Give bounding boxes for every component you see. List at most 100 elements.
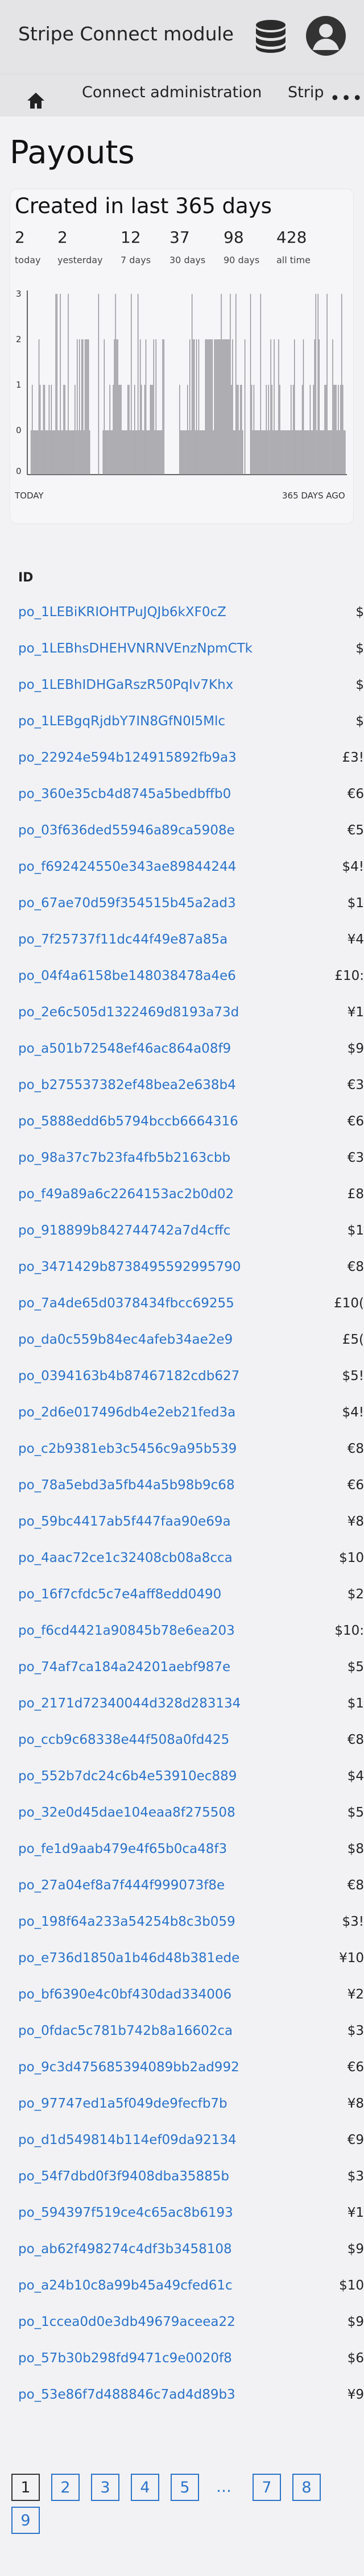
- table-row: po_16f7cfdc5c7e4aff8edd0490 $2: [18, 1578, 364, 1614]
- stat-all-time: 428 all time: [276, 228, 311, 265]
- chart-bar: [186, 430, 187, 475]
- user-avatar-icon[interactable]: [306, 16, 346, 56]
- payout-id-link[interactable]: po_1LEBhsDHEHVNRNVEnzNpmCTk: [18, 641, 253, 656]
- payout-id-link[interactable]: po_a501b72548ef46ac864a08f9: [18, 1041, 231, 1056]
- chart-bar: [313, 385, 314, 475]
- payout-amount: ¥8: [347, 2096, 364, 2111]
- payout-amount: $5: [347, 1805, 364, 1820]
- payout-id-link[interactable]: po_59bc4417ab5f447faa90e69a: [18, 1514, 231, 1529]
- payout-id-link[interactable]: po_27a04ef8a7f444f999073f8e: [18, 1878, 225, 1893]
- payout-id-link[interactable]: po_2171d72340044d328d283134: [18, 1696, 241, 1711]
- nav-connect-administration[interactable]: Connect administration: [82, 84, 262, 101]
- payout-id-link[interactable]: po_2d6e017496db4e2eb21fed3a: [18, 1405, 235, 1420]
- payout-id-link[interactable]: po_b275537382ef48bea2e638b4: [18, 1078, 236, 1092]
- payout-id-link[interactable]: po_a24b10c8a99b45a49cfed61c: [18, 2278, 233, 2293]
- payout-id-link[interactable]: po_da0c559b84ec4afeb34ae2e9: [18, 1332, 233, 1347]
- payout-id-link[interactable]: po_32e0d45dae104eaa8f275508: [18, 1805, 235, 1820]
- page-button-5[interactable]: 5: [171, 2474, 199, 2501]
- payout-id-link[interactable]: po_74af7ca184a24201aebf987e: [18, 1660, 230, 1675]
- payout-id-link[interactable]: po_552b7dc24c6b4e53910ec889: [18, 1769, 237, 1784]
- chart-bar: [296, 430, 297, 475]
- payout-id-link[interactable]: po_f49a89a6c2264153ac2b0d02: [18, 1187, 234, 1202]
- page-button-8[interactable]: 8: [292, 2474, 321, 2501]
- payout-id-link[interactable]: po_03f636ded55946a89ca5908e: [18, 823, 235, 838]
- payout-id-link[interactable]: po_16f7cfdc5c7e4aff8edd0490: [18, 1587, 221, 1602]
- chart-bar: [118, 385, 119, 475]
- page-button-7[interactable]: 7: [253, 2474, 281, 2501]
- payout-id-link[interactable]: po_4aac72ce1c32408cb08a8cca: [18, 1551, 233, 1565]
- payout-id-link[interactable]: po_fe1d9aab479e4f65b0ca48f3: [18, 1842, 227, 1856]
- page-button-2[interactable]: 2: [51, 2474, 80, 2501]
- table-row: po_67ae70d59f354515b45a2ad3 $1: [18, 887, 364, 923]
- y-tick-label: 3: [16, 289, 22, 299]
- page-button-1[interactable]: 1: [11, 2474, 40, 2501]
- more-icon[interactable]: •••: [330, 90, 363, 107]
- payout-id-link[interactable]: po_594397f519ce4c65ac8b6193: [18, 2205, 233, 2220]
- payout-amount: €6: [347, 1114, 364, 1129]
- payout-id-link[interactable]: po_f6cd4421a90845b78e6ea203: [18, 1623, 235, 1638]
- table-row: po_1LEBiKRIOHTPuJQJb6kXF0cZ $: [18, 596, 364, 632]
- table-row: po_198f64a233a54254b8c3b059 $3!: [18, 1905, 364, 1942]
- table-row: po_0fdac5c781b742b8a16602ca $3: [18, 2014, 364, 2051]
- payout-id-link[interactable]: po_54f7dbd0f3f9408dba35885b: [18, 2169, 229, 2184]
- payout-id-link[interactable]: po_98a37c7b23fa4fb5b2163cbb: [18, 1150, 230, 1165]
- payout-id-link[interactable]: po_2e6c505d1322469d8193a73d: [18, 1005, 239, 1020]
- stat-yesterday: 2 yesterday: [57, 228, 103, 265]
- table-row: po_da0c559b84ec4afeb34ae2e9 £5(: [18, 1323, 364, 1360]
- payout-id-link[interactable]: po_918899b842744742a7d4cffc: [18, 1223, 230, 1238]
- payout-amount: ¥1: [347, 1005, 364, 1020]
- payout-id-link[interactable]: po_0394163b4b87467182cdb627: [18, 1369, 239, 1383]
- payout-id-link[interactable]: po_7f25737f11dc44f49e87a85a: [18, 932, 228, 947]
- payout-amount: €6: [347, 2060, 364, 2075]
- chart-bar: [234, 430, 235, 475]
- payout-id-link[interactable]: po_5888edd6b5794bccb6664316: [18, 1114, 238, 1129]
- payout-id-link[interactable]: po_9c3d475685394089bb2ad992: [18, 2060, 239, 2075]
- payout-id-link[interactable]: po_360e35cb4d8745a5bedbffb0: [18, 787, 231, 801]
- table-row: po_360e35cb4d8745a5bedbffb0 €6: [18, 778, 364, 814]
- page-button-3[interactable]: 3: [91, 2474, 119, 2501]
- chart-bar: [187, 385, 188, 475]
- payout-id-link[interactable]: po_57b30b298fd9471c9e0020f8: [18, 2351, 232, 2366]
- payout-id-link[interactable]: po_7a4de65d0378434fbcc69255: [18, 1296, 234, 1311]
- payout-id-link[interactable]: po_ccb9c68338e44f508a0fd425: [18, 1732, 229, 1747]
- payout-id-link[interactable]: po_1LEBiKRIOHTPuJQJb6kXF0cZ: [18, 605, 226, 620]
- payout-id-link[interactable]: po_1LEBgqRjdbY7IN8GfN0I5Mlc: [18, 714, 225, 729]
- chart-bar: [218, 339, 220, 475]
- chart-bar: [277, 430, 278, 475]
- payout-id-link[interactable]: po_04f4a6158be148038478a4e6: [18, 969, 236, 983]
- payout-id-link[interactable]: po_3471429b8738495592995790: [18, 1260, 241, 1274]
- payout-amount: $6: [347, 2351, 364, 2366]
- payout-id-link[interactable]: po_1ccea0d0e3db49679aceea22: [18, 2315, 235, 2329]
- payout-id-link[interactable]: po_f692424550e343ae89844244: [18, 859, 236, 874]
- chart-bar: [116, 339, 117, 475]
- chart-bar: [133, 430, 134, 475]
- payout-id-link[interactable]: po_78a5ebd3a5fb44a5b98b9c68: [18, 1478, 235, 1493]
- payout-id-link[interactable]: po_ab62f498274c4df3b3458108: [18, 2242, 232, 2257]
- payout-id-link[interactable]: po_53e86f7d488846c7ad4d89b3: [18, 2387, 235, 2402]
- home-icon[interactable]: [26, 92, 46, 110]
- chart-bar: [197, 430, 198, 475]
- payout-id-link[interactable]: po_1LEBhIDHGaRszR50PqIv7Khx: [18, 678, 233, 692]
- payout-id-link[interactable]: po_97747ed1a5f049de9fecfb7b: [18, 2096, 228, 2111]
- payout-id-link[interactable]: po_67ae70d59f354515b45a2ad3: [18, 896, 236, 911]
- payout-amount: $: [355, 678, 364, 692]
- payout-id-link[interactable]: po_0fdac5c781b742b8a16602ca: [18, 2024, 233, 2038]
- chart-bar: [235, 294, 237, 475]
- nav-strip-link[interactable]: Strip: [288, 84, 324, 101]
- page-button-9[interactable]: 9: [11, 2507, 40, 2534]
- payout-id-link[interactable]: po_22924e594b124915892fb9a3: [18, 750, 237, 765]
- payout-id-link[interactable]: po_bf6390e4c0bf430dad334006: [18, 1987, 231, 2002]
- table-row: po_53e86f7d488846c7ad4d89b3 ¥9: [18, 2378, 364, 2415]
- chart-bar: [188, 430, 189, 475]
- payout-amount: $3: [347, 2024, 364, 2038]
- chart-bar: [34, 430, 35, 475]
- payout-id-link[interactable]: po_c2b9381eb3c5456c9a95b539: [18, 1441, 237, 1456]
- chart-bar: [257, 430, 258, 475]
- stat-value: 98: [224, 228, 244, 247]
- page-button-4[interactable]: 4: [131, 2474, 159, 2501]
- id-column-header: ID: [18, 571, 34, 585]
- payout-id-link[interactable]: po_198f64a233a54254b8c3b059: [18, 1914, 235, 1929]
- payout-id-link[interactable]: po_e736d1850a1b46d48b381ede: [18, 1951, 239, 1966]
- payout-id-link[interactable]: po_d1d549814b114ef09da92134: [18, 2133, 237, 2147]
- database-icon[interactable]: [253, 18, 289, 55]
